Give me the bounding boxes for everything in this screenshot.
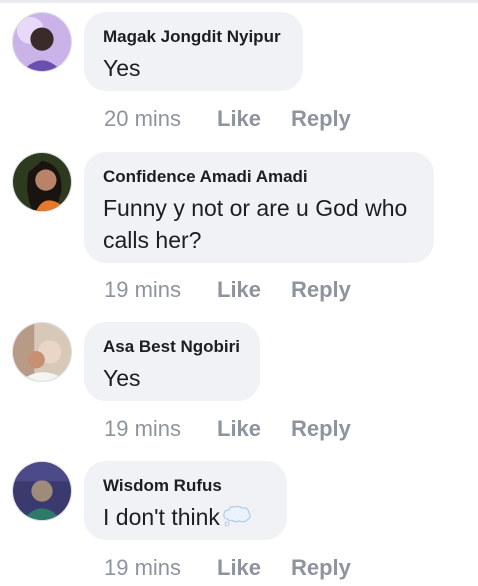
comment-author[interactable]: Magak Jongdit Nyipur <box>103 26 283 48</box>
comment-author[interactable]: Confidence Amadi Amadi <box>103 166 414 188</box>
comment-timestamp[interactable]: 19 mins <box>104 415 217 443</box>
comment-author[interactable]: Asa Best Ngobiri <box>103 336 240 358</box>
comment-timestamp[interactable]: 19 mins <box>104 276 217 304</box>
comment-bubble: Confidence Amadi Amadi Funny y not or ar… <box>84 152 434 263</box>
avatar[interactable] <box>12 461 72 521</box>
like-button[interactable]: Like <box>217 554 291 582</box>
avatar[interactable] <box>12 152 72 212</box>
avatar[interactable] <box>12 12 72 72</box>
avatar[interactable] <box>12 322 72 382</box>
comment-author[interactable]: Wisdom Rufus <box>103 475 267 497</box>
comment-text-content: I don't think <box>103 504 220 530</box>
comment-timestamp[interactable]: 20 mins <box>104 105 217 133</box>
comment-actions: 20 mins Like Reply <box>104 105 351 133</box>
like-button[interactable]: Like <box>217 105 291 133</box>
comment-bubble: Asa Best Ngobiri Yes <box>84 322 260 401</box>
reply-button[interactable]: Reply <box>291 415 351 443</box>
comment-bubble: Magak Jongdit Nyipur Yes <box>84 12 303 91</box>
reply-button[interactable]: Reply <box>291 554 351 582</box>
comment-actions: 19 mins Like Reply <box>104 415 351 443</box>
reply-button[interactable]: Reply <box>291 105 351 133</box>
comment-text: Yes <box>103 55 141 81</box>
like-button[interactable]: Like <box>217 415 291 443</box>
comment-timestamp[interactable]: 19 mins <box>104 554 217 582</box>
like-button[interactable]: Like <box>217 276 291 304</box>
top-divider <box>0 0 478 3</box>
comment-text: I don't think <box>103 501 267 535</box>
comment-actions: 19 mins Like Reply <box>104 276 351 304</box>
comment-actions: 19 mins Like Reply <box>104 554 351 582</box>
thought-balloon-icon <box>222 503 252 535</box>
comment-text: Funny y not or are u God who calls her? <box>103 195 408 253</box>
comment-text: Yes <box>103 365 141 391</box>
comment-bubble: Wisdom Rufus I don't think <box>84 461 287 540</box>
reply-button[interactable]: Reply <box>291 276 351 304</box>
